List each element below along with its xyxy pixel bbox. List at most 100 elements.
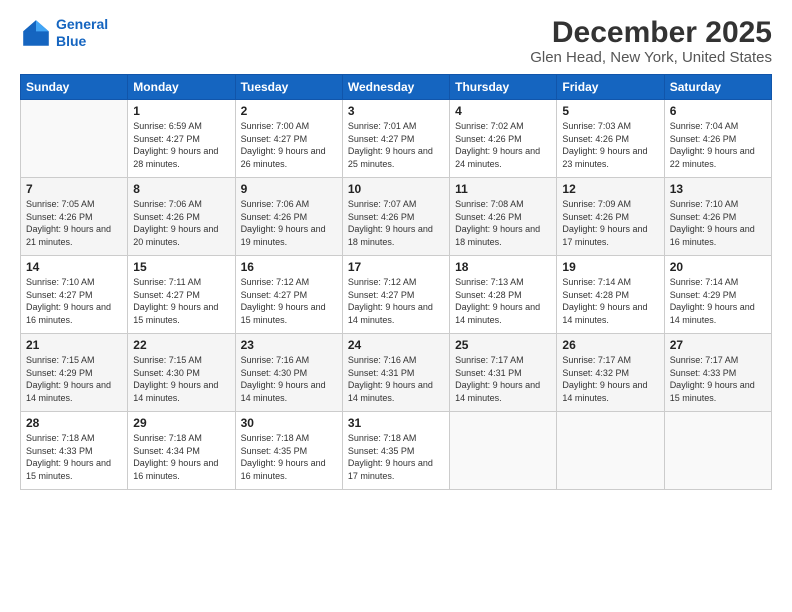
day-info: Sunrise: 7:16 AM Sunset: 4:30 PM Dayligh… bbox=[241, 354, 337, 404]
day-info: Sunrise: 7:15 AM Sunset: 4:30 PM Dayligh… bbox=[133, 354, 229, 404]
day-cell: 18 Sunrise: 7:13 AM Sunset: 4:28 PM Dayli… bbox=[450, 256, 557, 334]
day-cell bbox=[450, 412, 557, 490]
col-friday: Friday bbox=[557, 75, 664, 100]
day-cell: 1 Sunrise: 6:59 AM Sunset: 4:27 PM Daylig… bbox=[128, 100, 235, 178]
day-cell: 31 Sunrise: 7:18 AM Sunset: 4:35 PM Dayli… bbox=[342, 412, 449, 490]
week-row-0: 1 Sunrise: 6:59 AM Sunset: 4:27 PM Daylig… bbox=[21, 100, 772, 178]
day-number: 17 bbox=[348, 260, 444, 274]
day-cell: 21 Sunrise: 7:15 AM Sunset: 4:29 PM Dayli… bbox=[21, 334, 128, 412]
day-info: Sunrise: 7:14 AM Sunset: 4:29 PM Dayligh… bbox=[670, 276, 766, 326]
day-number: 22 bbox=[133, 338, 229, 352]
day-cell: 15Sunrise: 7:11 AM Sunset: 4:27 PM Dayli… bbox=[128, 256, 235, 334]
day-number: 25 bbox=[455, 338, 551, 352]
day-number: 8 bbox=[133, 182, 229, 196]
day-info: Sunrise: 7:17 AM Sunset: 4:33 PM Dayligh… bbox=[670, 354, 766, 404]
day-number: 15 bbox=[133, 260, 229, 274]
day-info: Sunrise: 7:08 AM Sunset: 4:26 PM Dayligh… bbox=[455, 198, 551, 248]
day-cell: 23 Sunrise: 7:16 AM Sunset: 4:30 PM Dayli… bbox=[235, 334, 342, 412]
day-info: Sunrise: 7:15 AM Sunset: 4:29 PM Dayligh… bbox=[26, 354, 122, 404]
day-cell: 2 Sunrise: 7:00 AM Sunset: 4:27 PM Daylig… bbox=[235, 100, 342, 178]
day-cell: 14 Sunrise: 7:10 AM Sunset: 4:27 PM Dayli… bbox=[21, 256, 128, 334]
day-number: 11 bbox=[455, 182, 551, 196]
day-info: Sunrise: 7:12 AM Sunset: 4:27 PM Dayligh… bbox=[241, 276, 337, 326]
day-cell: 7 Sunrise: 7:05 AM Sunset: 4:26 PM Daylig… bbox=[21, 178, 128, 256]
week-row-2: 14 Sunrise: 7:10 AM Sunset: 4:27 PM Dayli… bbox=[21, 256, 772, 334]
day-number: 6 bbox=[670, 104, 766, 118]
day-cell: 27 Sunrise: 7:17 AM Sunset: 4:33 PM Dayli… bbox=[664, 334, 771, 412]
day-info: Sunrise: 7:14 AM Sunset: 4:28 PM Dayligh… bbox=[562, 276, 658, 326]
day-number: 12 bbox=[562, 182, 658, 196]
day-info: Sunrise: 7:05 AM Sunset: 4:26 PM Dayligh… bbox=[26, 198, 122, 248]
day-number: 16 bbox=[241, 260, 337, 274]
col-wednesday: Wednesday bbox=[342, 75, 449, 100]
day-cell: 22 Sunrise: 7:15 AM Sunset: 4:30 PM Dayli… bbox=[128, 334, 235, 412]
day-info: Sunrise: 7:09 AM Sunset: 4:26 PM Dayligh… bbox=[562, 198, 658, 248]
day-number: 14 bbox=[26, 260, 122, 274]
day-info: Sunrise: 7:13 AM Sunset: 4:28 PM Dayligh… bbox=[455, 276, 551, 326]
day-info: Sunrise: 7:06 AM Sunset: 4:26 PM Dayligh… bbox=[133, 198, 229, 248]
col-tuesday: Tuesday bbox=[235, 75, 342, 100]
logo-text: General Blue bbox=[56, 16, 108, 50]
day-info: Sunrise: 7:18 AM Sunset: 4:35 PM Dayligh… bbox=[348, 432, 444, 482]
day-cell: 19Sunrise: 7:14 AM Sunset: 4:28 PM Dayli… bbox=[557, 256, 664, 334]
day-cell: 4Sunrise: 7:02 AM Sunset: 4:26 PM Daylig… bbox=[450, 100, 557, 178]
day-info: Sunrise: 6:59 AM Sunset: 4:27 PM Dayligh… bbox=[133, 120, 229, 170]
week-row-1: 7 Sunrise: 7:05 AM Sunset: 4:26 PM Daylig… bbox=[21, 178, 772, 256]
day-number: 5 bbox=[562, 104, 658, 118]
day-number: 7 bbox=[26, 182, 122, 196]
day-info: Sunrise: 7:17 AM Sunset: 4:32 PM Dayligh… bbox=[562, 354, 658, 404]
day-number: 27 bbox=[670, 338, 766, 352]
col-sunday: Sunday bbox=[21, 75, 128, 100]
day-number: 2 bbox=[241, 104, 337, 118]
day-number: 20 bbox=[670, 260, 766, 274]
day-number: 21 bbox=[26, 338, 122, 352]
day-number: 23 bbox=[241, 338, 337, 352]
day-number: 24 bbox=[348, 338, 444, 352]
day-cell: 17 Sunrise: 7:12 AM Sunset: 4:27 PM Dayli… bbox=[342, 256, 449, 334]
day-number: 28 bbox=[26, 416, 122, 430]
day-info: Sunrise: 7:07 AM Sunset: 4:26 PM Dayligh… bbox=[348, 198, 444, 248]
col-monday: Monday bbox=[128, 75, 235, 100]
day-cell: 20 Sunrise: 7:14 AM Sunset: 4:29 PM Dayli… bbox=[664, 256, 771, 334]
day-cell: 6 Sunrise: 7:04 AM Sunset: 4:26 PM Daylig… bbox=[664, 100, 771, 178]
day-info: Sunrise: 7:00 AM Sunset: 4:27 PM Dayligh… bbox=[241, 120, 337, 170]
day-info: Sunrise: 7:12 AM Sunset: 4:27 PM Dayligh… bbox=[348, 276, 444, 326]
day-info: Sunrise: 7:04 AM Sunset: 4:26 PM Dayligh… bbox=[670, 120, 766, 170]
day-number: 13 bbox=[670, 182, 766, 196]
day-number: 9 bbox=[241, 182, 337, 196]
day-number: 18 bbox=[455, 260, 551, 274]
header-row: Sunday Monday Tuesday Wednesday Thursday… bbox=[21, 75, 772, 100]
logo-icon bbox=[20, 17, 52, 49]
day-number: 30 bbox=[241, 416, 337, 430]
col-saturday: Saturday bbox=[664, 75, 771, 100]
day-info: Sunrise: 7:18 AM Sunset: 4:34 PM Dayligh… bbox=[133, 432, 229, 482]
day-number: 10 bbox=[348, 182, 444, 196]
day-number: 26 bbox=[562, 338, 658, 352]
day-cell: 10 Sunrise: 7:07 AM Sunset: 4:26 PM Dayli… bbox=[342, 178, 449, 256]
day-info: Sunrise: 7:10 AM Sunset: 4:27 PM Dayligh… bbox=[26, 276, 122, 326]
day-cell: 5Sunrise: 7:03 AM Sunset: 4:26 PM Daylig… bbox=[557, 100, 664, 178]
logo-general: General bbox=[56, 16, 108, 32]
day-info: Sunrise: 7:10 AM Sunset: 4:26 PM Dayligh… bbox=[670, 198, 766, 248]
day-cell: 11 Sunrise: 7:08 AM Sunset: 4:26 PM Dayli… bbox=[450, 178, 557, 256]
day-cell bbox=[664, 412, 771, 490]
week-row-4: 28 Sunrise: 7:18 AM Sunset: 4:33 PM Dayli… bbox=[21, 412, 772, 490]
logo: General Blue bbox=[20, 16, 108, 50]
day-cell: 30 Sunrise: 7:18 AM Sunset: 4:35 PM Dayli… bbox=[235, 412, 342, 490]
day-cell: 16 Sunrise: 7:12 AM Sunset: 4:27 PM Dayli… bbox=[235, 256, 342, 334]
day-number: 29 bbox=[133, 416, 229, 430]
day-info: Sunrise: 7:18 AM Sunset: 4:33 PM Dayligh… bbox=[26, 432, 122, 482]
day-cell: 24Sunrise: 7:16 AM Sunset: 4:31 PM Dayli… bbox=[342, 334, 449, 412]
week-row-3: 21 Sunrise: 7:15 AM Sunset: 4:29 PM Dayli… bbox=[21, 334, 772, 412]
day-cell: 26 Sunrise: 7:17 AM Sunset: 4:32 PM Dayli… bbox=[557, 334, 664, 412]
day-cell: 12 Sunrise: 7:09 AM Sunset: 4:26 PM Dayli… bbox=[557, 178, 664, 256]
page: General Blue December 2025 Glen Head, Ne… bbox=[0, 0, 792, 612]
day-cell bbox=[21, 100, 128, 178]
day-info: Sunrise: 7:18 AM Sunset: 4:35 PM Dayligh… bbox=[241, 432, 337, 482]
day-info: Sunrise: 7:01 AM Sunset: 4:27 PM Dayligh… bbox=[348, 120, 444, 170]
col-thursday: Thursday bbox=[450, 75, 557, 100]
header-area: General Blue December 2025 Glen Head, Ne… bbox=[20, 16, 772, 66]
day-number: 31 bbox=[348, 416, 444, 430]
calendar-body: 1 Sunrise: 6:59 AM Sunset: 4:27 PM Daylig… bbox=[21, 100, 772, 490]
day-number: 1 bbox=[133, 104, 229, 118]
